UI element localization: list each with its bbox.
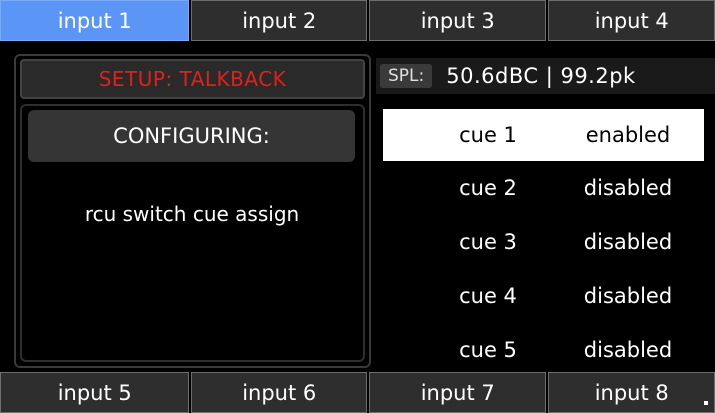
bottom-input-tabs: input 5 input 6 input 7 input 8 [0,372,715,413]
cue-row-1[interactable]: cue 1 enabled [383,109,704,161]
spl-meter: SPL: 50.6dBC | 99.2pk [376,58,715,94]
cue-name: cue 5 [459,338,517,362]
cue-list: cue 1 enabled cue 2 disabled cue 3 disab… [383,105,715,371]
cue-name: cue 4 [459,284,517,308]
cue-state: disabled [583,230,673,254]
tab-input-4[interactable]: input 4 [548,0,715,41]
tab-input-1[interactable]: input 1 [0,0,190,41]
setup-panel: SETUP: TALKBACK CONFIGURING: rcu switch … [14,54,371,368]
cue-row-4[interactable]: cue 4 disabled [383,270,704,322]
configuring-panel: CONFIGURING: rcu switch cue assign [20,104,365,362]
tab-input-5[interactable]: input 5 [0,372,190,413]
cue-state: disabled [583,338,673,362]
tab-input-7[interactable]: input 7 [368,372,547,413]
indicator-dot [704,401,708,405]
cue-row-2[interactable]: cue 2 disabled [383,162,704,214]
cue-name: cue 3 [459,230,517,254]
cue-row-5[interactable]: cue 5 disabled [383,324,704,376]
cue-name: cue 1 [459,123,517,147]
spl-value: 50.6dBC | 99.2pk [446,64,636,88]
cue-state: enabled [585,123,671,147]
cue-row-3[interactable]: cue 3 disabled [383,216,704,268]
spl-label: SPL: [380,64,433,88]
tab-input-2[interactable]: input 2 [191,0,367,41]
configuring-label: CONFIGURING: [28,110,355,162]
setup-title: SETUP: TALKBACK [20,59,365,99]
configuring-description: rcu switch cue assign [84,202,300,226]
top-input-tabs: input 1 input 2 input 3 input 4 [0,0,715,41]
cue-name: cue 2 [459,176,517,200]
cue-state: disabled [583,284,673,308]
tab-input-6[interactable]: input 6 [191,372,367,413]
cue-state: disabled [583,176,673,200]
tab-input-8[interactable]: input 8 [548,372,715,413]
tab-input-3[interactable]: input 3 [368,0,547,41]
